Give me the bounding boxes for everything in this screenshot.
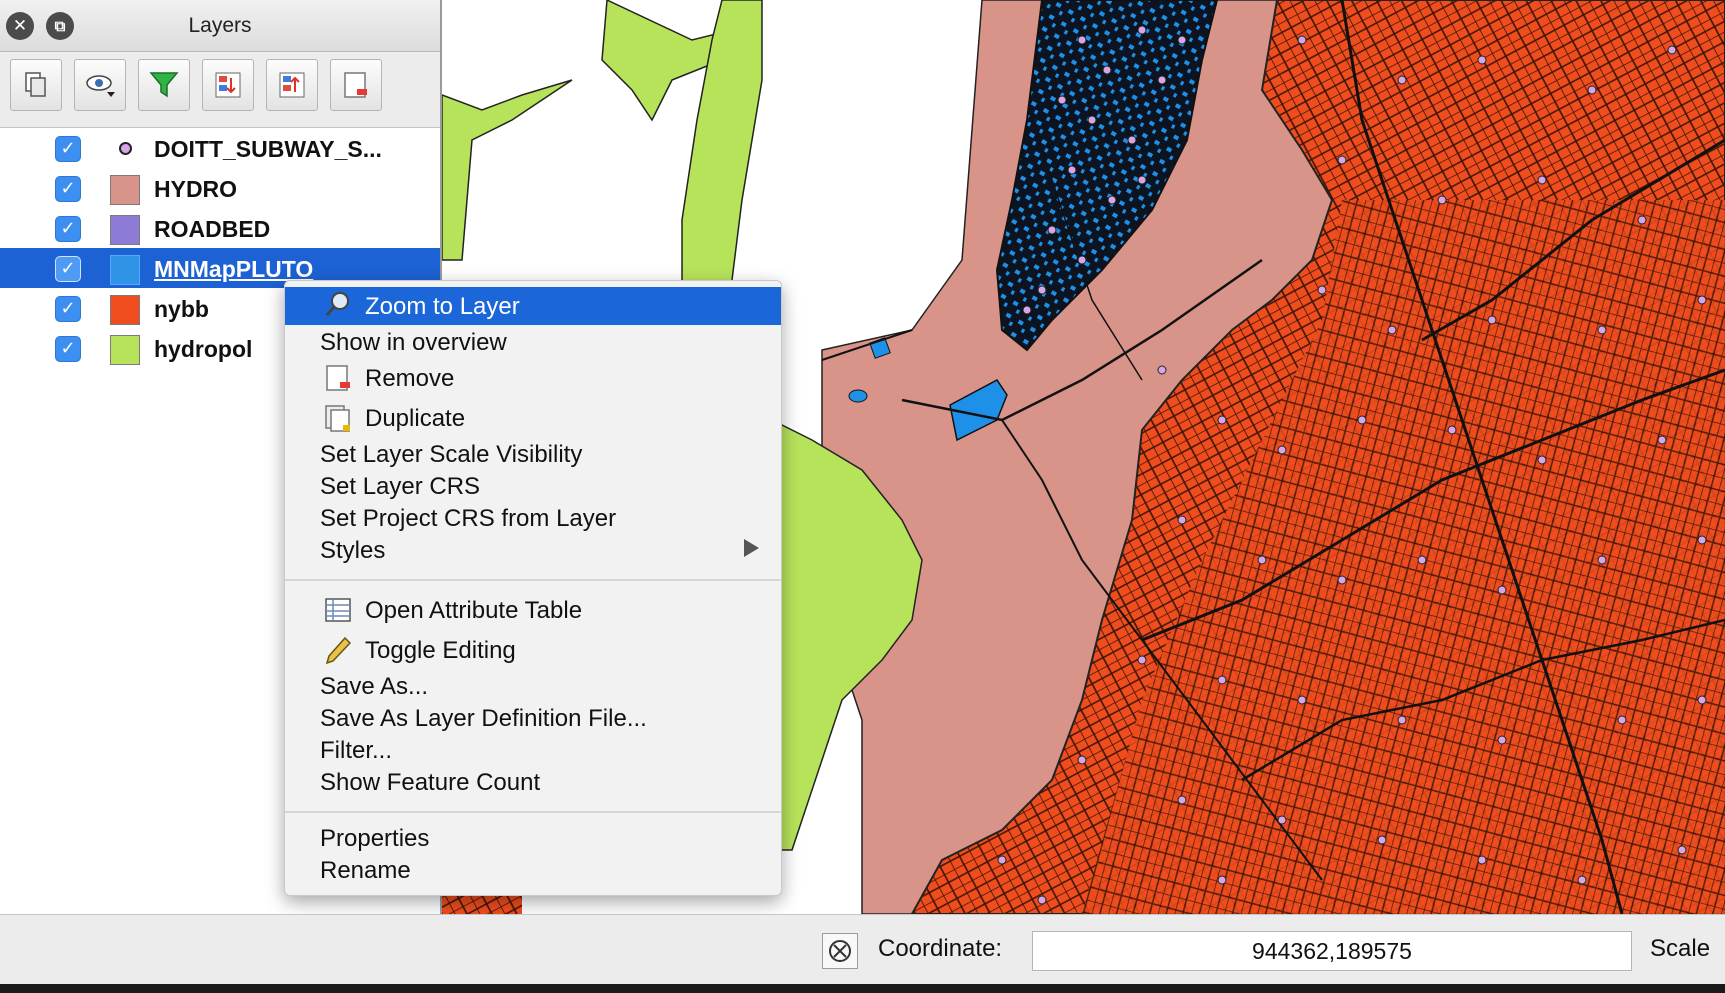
layer-name: hydropol: [154, 336, 253, 362]
filter-legend-button[interactable]: [138, 59, 190, 111]
menu-item-remove[interactable]: Remove: [285, 361, 781, 395]
layer-name: DOITT_SUBWAY_S...: [154, 136, 382, 162]
collapse-all-icon: [279, 72, 305, 98]
layer-name: MNMapPLUTO: [154, 256, 314, 282]
menu-item-duplicate[interactable]: Duplicate: [285, 401, 781, 435]
fill-symbol-swatch: [110, 335, 140, 365]
menu-item-label: Duplicate: [365, 405, 466, 432]
remove-icon: [326, 365, 350, 391]
menu-item-label: Set Project CRS from Layer: [320, 505, 617, 532]
fill-symbol-swatch: [110, 295, 140, 325]
layers-toolbar: [0, 52, 440, 128]
duplicate-icon: [325, 405, 350, 432]
filter-icon: [149, 72, 179, 98]
layer-name: nybb: [154, 296, 209, 322]
menu-separator: [285, 579, 781, 581]
menu-item-save-as[interactable]: Save As...: [285, 669, 781, 703]
expand-all-button[interactable]: [202, 59, 254, 111]
panel-titlebar: ✕ ⧉ Layers: [0, 0, 440, 52]
menu-item-label: Set Layer CRS: [320, 473, 481, 500]
layer-row-doitt-subway[interactable]: ✓ DOITT_SUBWAY_S...: [0, 128, 440, 168]
remove-layer-icon: [344, 72, 367, 98]
menu-item-label: Save As Layer Definition File...: [320, 705, 647, 732]
menu-item-toggle-editing[interactable]: Toggle Editing: [285, 633, 781, 667]
coordinate-label: Coordinate:: [878, 935, 1003, 962]
manage-visibility-button[interactable]: [74, 59, 126, 111]
layer-visibility-checkbox[interactable]: ✓: [55, 256, 81, 282]
menu-item-label: Rename: [320, 857, 411, 884]
menu-item-label: Show in overview: [320, 329, 507, 356]
menu-item-label: Properties: [320, 825, 430, 852]
menu-item-properties[interactable]: Properties: [285, 821, 781, 855]
menu-item-label: Styles: [320, 537, 386, 564]
menu-item-label: Remove: [365, 365, 455, 392]
point-symbol-icon: [119, 142, 132, 155]
menu-item-filter[interactable]: Filter...: [285, 733, 781, 767]
layer-visibility-checkbox[interactable]: ✓: [55, 296, 81, 322]
fill-symbol-swatch: [110, 255, 140, 285]
menu-item-rename[interactable]: Rename: [285, 853, 781, 887]
coordinate-field[interactable]: [1032, 931, 1632, 971]
collapse-all-button[interactable]: [266, 59, 318, 111]
menu-item-set-project-crs[interactable]: Set Project CRS from Layer: [285, 501, 781, 535]
menu-item-show-feature-count[interactable]: Show Feature Count: [285, 765, 781, 799]
layer-row-hydro[interactable]: ✓ HYDRO: [0, 168, 440, 208]
attribute-table-icon: [325, 598, 351, 622]
menu-item-show-in-overview[interactable]: Show in overview: [285, 325, 781, 359]
menu-item-set-layer-scale-visibility[interactable]: Set Layer Scale Visibility: [285, 437, 781, 471]
layer-visibility-checkbox[interactable]: ✓: [55, 176, 81, 202]
menu-item-label: Toggle Editing: [365, 637, 516, 664]
zoom-layer-icon: [325, 292, 349, 316]
menu-item-label: Set Layer Scale Visibility: [320, 441, 583, 468]
menu-item-label: Save As...: [320, 673, 429, 700]
eye-icon: [86, 75, 115, 97]
mouse-pointer-icon: [829, 940, 851, 962]
pencil-icon: [325, 636, 352, 665]
menu-item-zoom-to-layer[interactable]: Zoom to Layer: [285, 287, 781, 325]
scale-label: Scale: [1650, 935, 1711, 962]
menu-item-label: Zoom to Layer: [365, 293, 520, 320]
layer-visibility-checkbox[interactable]: ✓: [55, 136, 81, 162]
layer-visibility-checkbox[interactable]: ✓: [55, 216, 81, 242]
add-group-icon: [25, 72, 46, 97]
remove-layer-button[interactable]: [330, 59, 382, 111]
layer-context-menu: Zoom to Layer Show in overview Remove Du…: [284, 280, 782, 896]
menu-item-open-attribute-table[interactable]: Open Attribute Table: [285, 593, 781, 627]
menu-item-styles[interactable]: Styles: [285, 533, 781, 567]
window-bottom-edge: [0, 984, 1725, 993]
fill-symbol-swatch: [110, 215, 140, 245]
expand-all-icon: [215, 72, 241, 98]
layer-visibility-checkbox[interactable]: ✓: [55, 336, 81, 362]
panel-title: Layers: [188, 14, 252, 37]
layer-row-roadbed[interactable]: ✓ ROADBED: [0, 208, 440, 248]
layer-name: HYDRO: [154, 176, 238, 202]
menu-item-label: Show Feature Count: [320, 769, 541, 796]
menu-item-label: Open Attribute Table: [365, 597, 583, 624]
menu-item-label: Filter...: [320, 737, 393, 764]
submenu-arrow-icon: [744, 539, 759, 557]
status-bar: Coordinate: Scale: [0, 914, 1725, 984]
add-group-button[interactable]: [10, 59, 62, 111]
layer-name: ROADBED: [154, 216, 271, 242]
menu-item-set-layer-crs[interactable]: Set Layer CRS: [285, 469, 781, 503]
menu-separator: [285, 811, 781, 813]
fill-symbol-swatch: [110, 175, 140, 205]
menu-item-save-as-layer-definition[interactable]: Save As Layer Definition File...: [285, 701, 781, 735]
coordinate-toggle-button[interactable]: [822, 933, 858, 969]
